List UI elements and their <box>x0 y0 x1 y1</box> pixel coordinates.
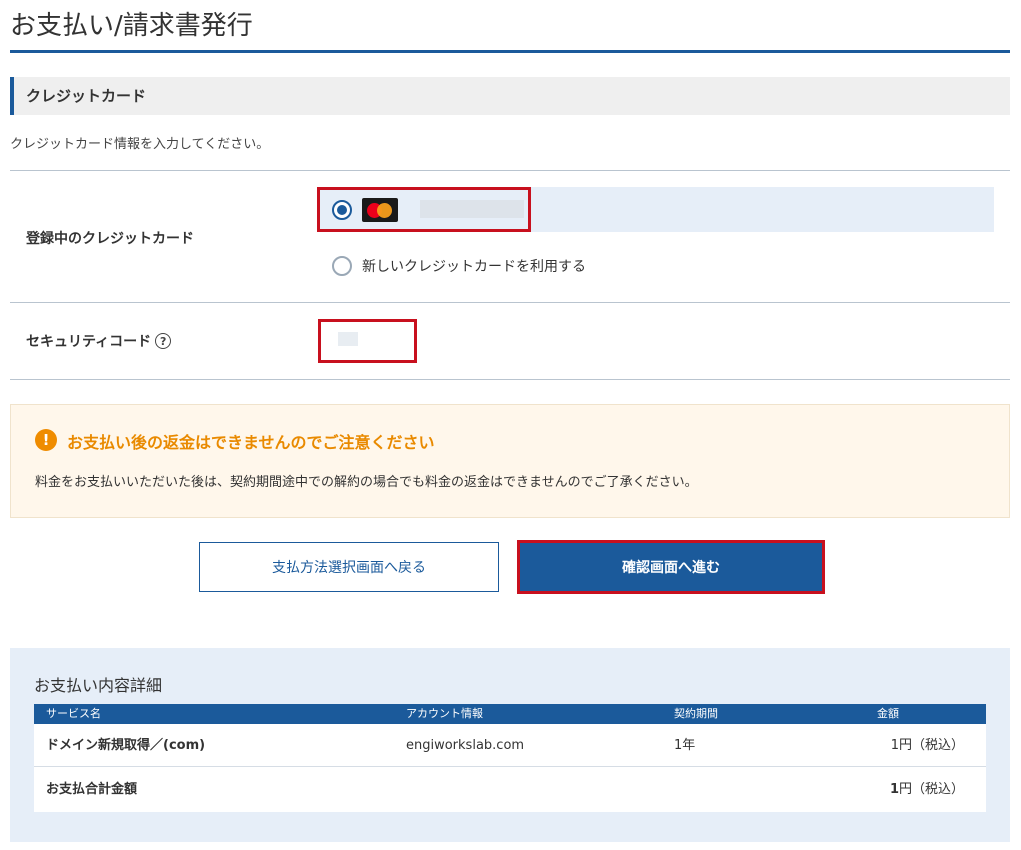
payment-summary: お支払い内容詳細 サービス名 アカウント情報 契約期間 金額 ドメイン新規取得／… <box>10 648 1010 842</box>
security-code-label: セキュリティコード ? <box>26 331 172 351</box>
page-title: お支払い/請求書発行 <box>10 8 1010 53</box>
refund-notice: ! お支払い後の返金はできませんのでご注意ください 料金をお支払いいただいた後は… <box>10 404 1010 518</box>
masked-security-code <box>338 332 358 346</box>
new-card-label[interactable]: 新しいクレジットカードを利用する <box>362 256 586 276</box>
masked-card-number <box>420 200 524 218</box>
table-row: ドメイン新規取得／(com) engiworkslab.com 1年 1円（税込… <box>34 724 986 767</box>
divider <box>10 302 1010 303</box>
notice-title: お支払い後の返金はできませんのでご注意ください <box>67 433 435 452</box>
security-code-input[interactable] <box>318 319 417 363</box>
total-label: お支払合計金額 <box>46 782 138 797</box>
registered-card-radio[interactable] <box>332 200 352 220</box>
summary-title: お支払い内容詳細 <box>34 676 163 695</box>
back-button[interactable]: 支払方法選択画面へ戻る <box>199 542 499 592</box>
divider <box>10 379 1010 380</box>
contract-term: 1年 <box>674 738 696 753</box>
divider <box>10 170 1010 171</box>
summary-table: サービス名 アカウント情報 契約期間 金額 ドメイン新規取得／(com) eng… <box>34 704 986 812</box>
total-row: お支払合計金額 1円（税込） <box>34 767 986 812</box>
section-description: クレジットカード情報を入力してください。 <box>10 137 270 152</box>
next-button[interactable]: 確認画面へ進む <box>520 543 822 591</box>
table-header: サービス名 アカウント情報 契約期間 金額 <box>34 704 986 724</box>
mastercard-icon <box>362 198 398 222</box>
registered-card-label: 登録中のクレジットカード <box>26 231 194 247</box>
total-amount: 1円（税込） <box>889 782 964 797</box>
column-header: 金額 <box>877 707 899 720</box>
service-name: ドメイン新規取得／(com) <box>46 738 206 753</box>
account-info: engiworkslab.com <box>406 738 525 753</box>
section-heading: クレジットカード <box>10 77 1010 115</box>
warning-icon: ! <box>35 429 57 451</box>
column-header: 契約期間 <box>674 707 718 720</box>
new-card-radio[interactable] <box>332 256 352 276</box>
notice-text: 料金をお支払いいただいた後は、契約期間途中での解約の場合でも料金の返金はできませ… <box>35 475 698 490</box>
column-header: アカウント情報 <box>406 707 483 720</box>
amount: 1円（税込） <box>890 738 964 753</box>
help-icon[interactable]: ? <box>155 333 172 349</box>
column-header: サービス名 <box>46 707 101 720</box>
